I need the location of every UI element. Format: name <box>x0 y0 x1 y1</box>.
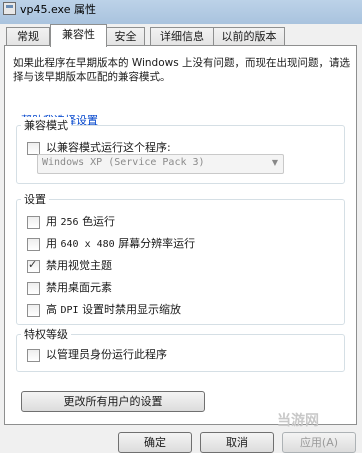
setting-256-colors[interactable]: 用 256 色运行 <box>27 214 115 230</box>
cancel-button[interactable]: 取消 <box>200 432 274 453</box>
setting-disable-dpi-scaling-label: 高 DPI 设置时禁用显示缩放 <box>46 302 182 316</box>
ok-button[interactable]: 确定 <box>118 432 192 453</box>
tab-details[interactable]: 详细信息 <box>150 27 214 46</box>
setting-256-colors-checkbox[interactable] <box>27 215 40 229</box>
application-icon <box>3 2 16 15</box>
settings-group: 设置 用 256 色运行 用 640 x 480 屏幕分辨率运行 ✓ 禁用视觉主… <box>16 191 345 325</box>
chevron-down-icon: ▼ <box>271 158 278 167</box>
setting-640x480-checkbox[interactable] <box>27 237 40 251</box>
setting-disable-dpi-scaling-checkbox[interactable] <box>27 303 40 317</box>
compat-os-value: Windows XP (Service Pack 3) <box>42 157 205 168</box>
setting-disable-dpi-scaling[interactable]: 高 DPI 设置时禁用显示缩放 <box>27 302 181 318</box>
change-all-users-button[interactable]: 更改所有用户的设置 <box>21 391 205 412</box>
setting-256-colors-label: 用 256 色运行 <box>46 214 116 228</box>
setting-disable-desktop-composition-label: 禁用桌面元素 <box>46 281 112 294</box>
run-as-admin-label: 以管理员身份运行此程序 <box>46 348 167 361</box>
privilege-group: 特权等级 以管理员身份运行此程序 <box>16 326 345 372</box>
window-title: vp45.exe 属性 <box>20 3 96 16</box>
compat-os-select[interactable]: Windows XP (Service Pack 3) ▼ <box>37 154 284 174</box>
setting-640x480-label: 用 640 x 480 屏幕分辨率运行 <box>46 236 196 250</box>
setting-disable-visual-themes[interactable]: ✓ 禁用视觉主题 <box>27 258 112 274</box>
tab-security[interactable]: 安全 <box>106 27 145 46</box>
tab-compatibility[interactable]: 兼容性 <box>50 24 107 47</box>
setting-disable-desktop-composition-checkbox[interactable] <box>27 281 40 295</box>
tab-strip: 常规 兼容性 安全 详细信息 以前的版本 <box>0 24 362 47</box>
setting-640x480[interactable]: 用 640 x 480 屏幕分辨率运行 <box>27 236 195 252</box>
watermark: 当游网 <box>277 413 319 429</box>
setting-disable-desktop-composition[interactable]: 禁用桌面元素 <box>27 280 112 296</box>
compat-mode-label: 以兼容模式运行这个程序: <box>46 141 171 154</box>
compat-mode-title: 兼容模式 <box>21 117 71 133</box>
apply-button[interactable]: 应用(A) <box>282 432 356 453</box>
title-bar: vp45.exe 属性 <box>0 0 362 24</box>
check-icon: ✓ <box>28 257 38 271</box>
run-as-admin-row[interactable]: 以管理员身份运行此程序 <box>27 347 167 363</box>
setting-disable-visual-themes-checkbox[interactable]: ✓ <box>27 257 40 273</box>
run-as-admin-checkbox[interactable] <box>27 348 40 362</box>
compatibility-description: 如果此程序在早期版本的 Windows 上没有问题，而现在出现问题，请选择与该早… <box>13 57 351 83</box>
tab-previous-versions[interactable]: 以前的版本 <box>213 27 285 46</box>
setting-disable-visual-themes-label: 禁用视觉主题 <box>46 259 112 272</box>
tab-general[interactable]: 常规 <box>6 27 50 46</box>
compatibility-panel: 如果此程序在早期版本的 Windows 上没有问题，而现在出现问题，请选择与该早… <box>4 45 357 425</box>
compat-mode-checkbox[interactable] <box>27 141 40 155</box>
settings-title: 设置 <box>21 191 49 207</box>
privilege-title: 特权等级 <box>21 326 71 342</box>
